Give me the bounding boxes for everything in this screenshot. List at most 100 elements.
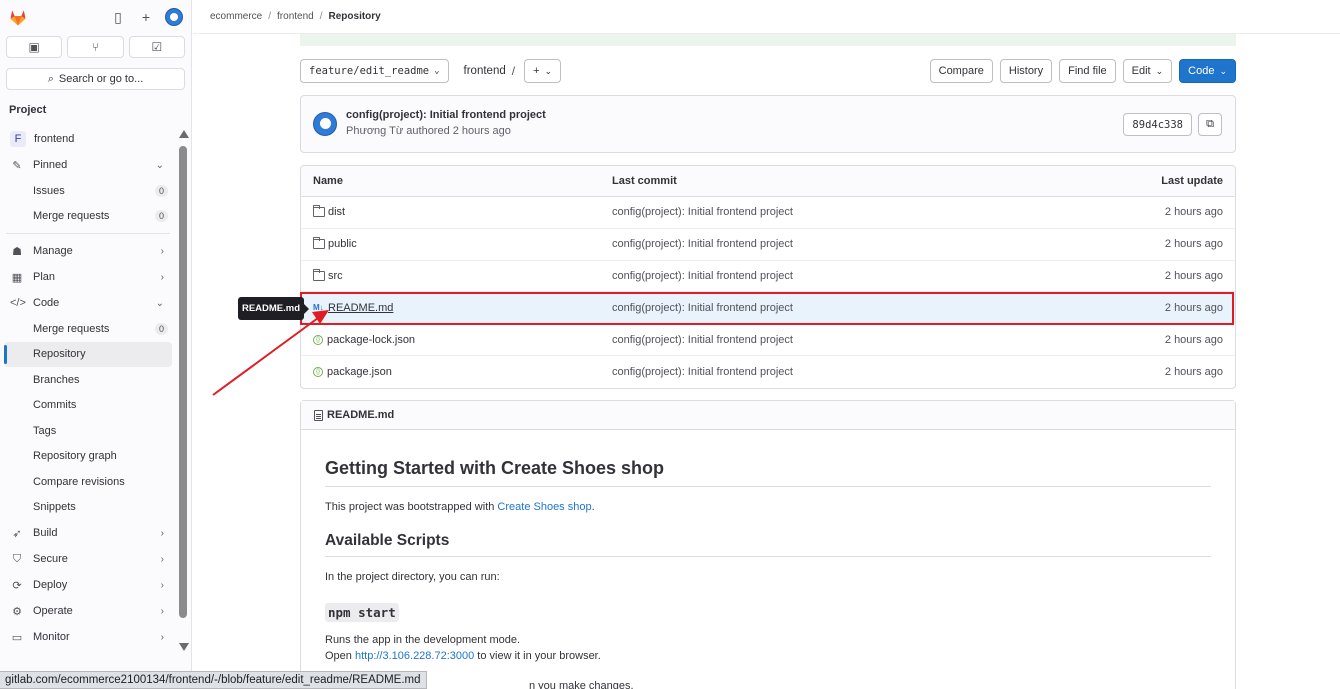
sidebar-item-manage[interactable]: ☗ Manage › (0, 238, 176, 264)
issues-shortcut-icon[interactable]: ▣ (6, 36, 63, 58)
commit-meta: Phương Từ authored 2 hours ago (346, 125, 511, 137)
readme-code-heading: npm start (325, 603, 399, 622)
localhost-link[interactable]: http://3.106.228.72:3000 (355, 650, 474, 662)
readme-file-name[interactable]: README.md (327, 409, 394, 421)
main-content: ecommerce / frontend / Repository featur… (193, 0, 1340, 689)
history-button[interactable]: History (999, 59, 1053, 83)
row-updated: 2 hours ago (1164, 365, 1223, 378)
sidebar-item-deploy[interactable]: ⟳ Deploy › (0, 572, 176, 598)
project-avatar: F (10, 131, 26, 147)
row-commit[interactable]: config(project): Initial frontend projec… (612, 270, 1095, 282)
chevron-right-icon: › (160, 271, 164, 283)
copy-sha-button[interactable]: ⧉ (1198, 113, 1222, 136)
table-row[interactable]: {} package-lock.json config(project): Ini… (301, 324, 1235, 356)
sidebar-item-label: Repository graph (33, 450, 117, 463)
gitlab-logo-icon[interactable] (8, 7, 28, 27)
deploy-icon: ⟳ (12, 579, 22, 592)
branch-selector[interactable]: feature/edit_readme ⌄ (300, 59, 449, 83)
create-new-icon[interactable]: + (137, 8, 155, 26)
chevron-right-icon: › (160, 605, 164, 617)
scrollbar-thumb[interactable] (179, 146, 187, 618)
chevron-right-icon: › (160, 579, 164, 591)
breadcrumb-item[interactable]: ecommerce (210, 11, 262, 22)
todos-shortcut-icon[interactable]: ☑ (128, 36, 185, 58)
readme-heading-1: Getting Started with Create Shoes shop (325, 458, 1211, 487)
sidebar-item-code-merge-requests[interactable]: Merge requests 0 (0, 316, 176, 342)
commit-author[interactable]: Phương Từ (346, 125, 403, 137)
row-commit[interactable]: config(project): Initial frontend projec… (612, 334, 1095, 346)
project-section-title: Project (9, 104, 47, 116)
row-commit[interactable]: config(project): Initial frontend projec… (612, 238, 1095, 250)
pin-icon: ✎ (12, 159, 22, 172)
count-badge: 0 (154, 322, 168, 335)
commit-sha[interactable]: 89d4c338 (1123, 113, 1192, 136)
create-shoes-shop-link[interactable]: Create Shoes shop (497, 501, 591, 513)
table-row-highlighted[interactable]: M↓ README.md config(project): Initial fro… (301, 292, 1235, 325)
file-name[interactable]: package-lock.json (327, 334, 415, 346)
commit-author-avatar[interactable] (313, 112, 337, 136)
sidebar-item-project[interactable]: F frontend (0, 126, 176, 152)
find-file-button[interactable]: Find file (1059, 59, 1116, 83)
breadcrumb-current[interactable]: Repository (329, 11, 381, 22)
sidebar-item-label: frontend (34, 133, 75, 145)
toggle-sidebar-icon[interactable]: ▯ (109, 8, 127, 26)
sidebar-item-pinned[interactable]: ✎ Pinned ⌄ (0, 152, 176, 178)
sidebar-item-commits[interactable]: Commits (0, 393, 176, 419)
row-commit[interactable]: config(project): Initial frontend projec… (612, 366, 1095, 378)
scroll-up-arrow-icon[interactable] (179, 130, 189, 138)
sidebar-item-merge-requests-pinned[interactable]: Merge requests 0 (0, 204, 176, 230)
table-row[interactable]: {} package.json config(project): Initial … (301, 356, 1235, 388)
compare-button[interactable]: Compare (929, 59, 993, 83)
sidebar-item-code[interactable]: </> Code ⌄ (0, 290, 176, 316)
sidebar-item-tags[interactable]: Tags (0, 418, 176, 444)
text: n you make changes. (529, 680, 634, 689)
json-file-icon: {} (313, 366, 323, 377)
file-tree-table: Name Last commit Last update dist config… (300, 165, 1236, 389)
branch-name: feature/edit_readme (309, 65, 430, 77)
commit-title[interactable]: config(project): Initial frontend projec… (346, 109, 546, 121)
user-avatar[interactable] (165, 8, 183, 26)
chevron-down-icon: ⌄ (155, 159, 164, 171)
search-button[interactable]: ⌕ Search or go to... (6, 68, 185, 90)
text: This project was bootstrapped with (325, 501, 498, 513)
row-commit[interactable]: config(project): Initial frontend projec… (612, 302, 1095, 314)
sidebar-item-repository-graph[interactable]: Repository graph (0, 444, 176, 470)
file-name[interactable]: README.md (328, 302, 393, 314)
chevron-down-icon: ⌄ (544, 65, 553, 76)
sidebar-scrollbar[interactable] (179, 128, 189, 653)
readme-line: Open http://3.106.228.72:3000 to view it… (325, 648, 1211, 664)
code-dropdown-button[interactable]: Code ⌄ (1179, 59, 1236, 83)
file-name[interactable]: public (328, 238, 357, 250)
search-icon: ⌕ (47, 72, 54, 85)
table-row[interactable]: public config(project): Initial frontend… (301, 229, 1235, 261)
chevron-right-icon: › (160, 245, 164, 257)
sidebar-item-plan[interactable]: ▦ Plan › (0, 264, 176, 290)
breadcrumb-item[interactable]: frontend (277, 11, 314, 22)
row-updated: 2 hours ago (1164, 238, 1223, 251)
sidebar-item-snippets[interactable]: Snippets (0, 495, 176, 521)
chevron-right-icon: › (160, 553, 164, 565)
sidebar-item-operate[interactable]: ⚙ Operate › (0, 598, 176, 624)
column-header-last-commit: Last commit (612, 175, 677, 187)
scroll-down-arrow-icon[interactable] (179, 643, 189, 651)
table-row[interactable]: src config(project): Initial frontend pr… (301, 261, 1235, 293)
file-name[interactable]: src (328, 270, 343, 282)
file-name[interactable]: dist (328, 206, 345, 218)
add-to-tree-button[interactable]: + ⌄ (524, 59, 562, 83)
quick-actions: ▣ ⑂ ☑ (0, 34, 191, 60)
table-row[interactable]: dist config(project): Initial frontend p… (301, 197, 1235, 229)
row-commit[interactable]: config(project): Initial frontend projec… (612, 206, 1095, 218)
sidebar-item-monitor[interactable]: ▭ Monitor › (0, 624, 176, 650)
sidebar-item-compare-revisions[interactable]: Compare revisions (0, 469, 176, 495)
sidebar-item-repository[interactable]: Repository (4, 341, 172, 367)
text: . (591, 501, 595, 513)
edit-dropdown-button[interactable]: Edit ⌄ (1122, 59, 1173, 83)
file-name[interactable]: package.json (327, 366, 392, 378)
sidebar-item-build[interactable]: ➶ Build › (0, 520, 176, 546)
sidebar-item-secure[interactable]: ⛉ Secure › (0, 546, 176, 572)
sidebar-item-issues[interactable]: Issues 0 (0, 178, 176, 204)
sidebar-item-branches[interactable]: Branches (0, 367, 176, 393)
path-root[interactable]: frontend (464, 65, 506, 77)
row-updated: 2 hours ago (1164, 301, 1223, 314)
merge-requests-shortcut-icon[interactable]: ⑂ (67, 36, 124, 58)
